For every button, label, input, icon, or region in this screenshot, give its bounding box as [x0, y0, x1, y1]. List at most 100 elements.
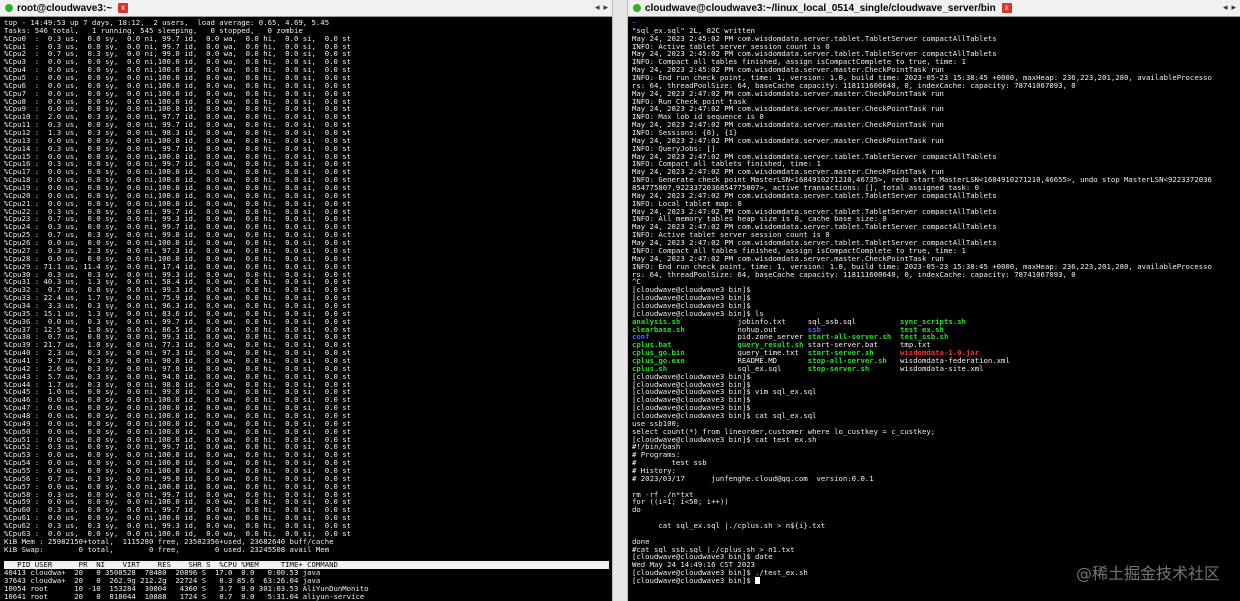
right-terminal-output[interactable]: ~ "sql_ex.sql" 2L, 82C written May 24, 202… [628, 18, 1240, 601]
terminal-line: %Cpu7 : 0.0 us, 0.0 sy, 0.0 ni,100.0 id,… [4, 89, 352, 98]
ls-entry: jobinfo.txt [737, 317, 786, 326]
ls-entry: tmp.txt [900, 341, 931, 350]
terminal-line: %Cpu37 : 12.5 us, 1.0 sy, 0.0 ni, 86.5 i… [4, 325, 352, 334]
right-tab-bar: cloudwave@cloudwave3:~/linux_local_0514_… [628, 0, 1240, 17]
terminal-line: %Cpu49 : 0.0 us, 0.0 sy, 0.0 ni,100.0 id… [4, 419, 352, 428]
terminal-line: [cloudwave@cloudwave3 bin]$ [632, 286, 751, 295]
terminal-line: May 24, 2023 2:45:02 PM com.wisdomdata.s… [632, 34, 997, 43]
terminal-line: rs: 64, threadPoolSize: 64, baseCache ca… [632, 81, 1076, 90]
terminal-line: %Cpu54 : 0.0 us, 0.0 sy, 0.0 ni,100.0 id… [4, 459, 352, 467]
terminal-line: %Cpu59 : 0.0 us, 0.0 sy, 0.0 ni,100.0 id… [4, 498, 352, 507]
terminal-line: # Programs: [632, 451, 681, 460]
terminal-line: May 24, 2023 2:47:02 PM com.wisdomdata.s… [632, 152, 997, 161]
terminal-line: May 24, 2023 2:47:02 PM com.wisdomdata.s… [632, 254, 944, 263]
terminal-line: [cloudwave@cloudwave3 bin]$ cat sql_ex.s… [632, 411, 817, 420]
terminal-line: 37643 cloudwa+ 20 0 262.9g 212.2g 22724 … [4, 577, 321, 585]
ls-entry: README.MD [737, 356, 777, 365]
terminal-line: %Cpu46 : 0.0 us, 0.0 sy, 0.0 ni,100.0 id… [4, 396, 352, 405]
terminal-line: %Cpu5 : 0.0 us, 0.0 sy, 0.0 ni,100.0 id,… [4, 74, 352, 82]
right-tab-title[interactable]: cloudwave@cloudwave3:~/linux_local_0514_… [645, 3, 996, 14]
terminal-line: %Cpu1 : 0.3 us, 0.0 sy, 0.0 ni, 99.7 id,… [4, 42, 352, 51]
ls-entry: sync_scripts.sh [900, 317, 966, 326]
terminal-line: do [632, 506, 641, 515]
terminal-line: %Cpu32 : 0.7 us, 0.0 sy, 0.0 ni, 99.3 id… [4, 286, 352, 295]
terminal-line: INFO: Sessions: {0}, {1} [632, 129, 738, 137]
terminal-line: INFO: Compact all tables finished, assig… [632, 246, 966, 255]
left-tab-title[interactable]: root@cloudwave3:~ [17, 3, 112, 14]
left-terminal-pane[interactable]: root@cloudwave3:~ x ◂ ▸ top - 14:49:53 u… [0, 0, 612, 601]
terminal-line: # test ssb [632, 459, 707, 467]
terminal-line: [cloudwave@cloudwave3 bin]$ ls [632, 309, 764, 318]
terminal-line: %Cpu40 : 2.3 us, 0.3 sy, 0.0 ni, 97.3 id… [4, 349, 352, 357]
terminal-line: rm -rf ./n*txt [632, 490, 694, 499]
terminal-line: %Cpu60 : 0.3 us, 0.0 sy, 0.0 ni, 99.7 id… [4, 506, 352, 515]
terminal-line: INFO: Active tablet server session count… [632, 231, 830, 240]
terminal-line: # 2023/03/17 junfenghe.cloud@qq.com vers… [632, 474, 874, 483]
terminal-line: use ssb100; [632, 419, 681, 428]
ls-entry: test_ex.sh [900, 325, 944, 334]
ls-entry: cplus_go.exe [632, 356, 685, 365]
terminal-line: INFO: All memory tables heap size is 0, … [632, 215, 887, 224]
right-tab-prev-icon[interactable]: ◂ [1223, 2, 1228, 13]
terminal-line: %Cpu29 : 71.1 us, 11.4 sy, 0.0 ni, 17.4 … [4, 262, 352, 271]
terminal-line: %Cpu56 : 0.7 us, 0.3 sy, 0.0 ni, 99.0 id… [4, 474, 352, 483]
terminal-line: 40413 cloudwa+ 20 0 3508528 78480 20896 … [4, 569, 321, 578]
terminal-line: # History: [632, 466, 676, 475]
terminal-line: %Cpu57 : 0.0 us, 0.0 sy, 0.0 ni,100.0 id… [4, 482, 352, 491]
terminal-line: %Cpu38 : 0.7 us, 0.0 sy, 0.0 ni, 99.3 id… [4, 333, 352, 342]
terminal-line: KiB Mem : 25982150+total, 1115280 free, … [4, 537, 334, 546]
ls-entry: stop-server.sh [807, 364, 870, 373]
right-tab-next-icon[interactable]: ▸ [1231, 2, 1236, 13]
terminal-line: %Cpu33 : 22.4 us, 1.7 sy, 0.0 ni, 75.9 i… [4, 294, 352, 302]
terminal-line: [cloudwave@cloudwave3 bin]$ vim sql_ex.s… [632, 388, 817, 397]
terminal-line: %Cpu22 : 0.3 us, 0.0 sy, 0.0 ni, 99.7 id… [4, 207, 352, 216]
terminal-line: [cloudwave@cloudwave3 bin]$ cat test_ex.… [632, 435, 817, 444]
terminal-line: [cloudwave@cloudwave3 bin]$ [632, 301, 751, 310]
ls-row: cplus_go.bin query_time.txt start-server… [632, 349, 1237, 357]
terminal-line: INFO: End run check point, time: 1, vers… [632, 74, 1212, 82]
ls-entry: nohup.out [737, 325, 777, 334]
terminal-line: %Cpu9 : 0.0 us, 0.0 sy, 0.0 ni,100.0 id,… [4, 105, 352, 114]
ls-entry: start-server.bat [807, 341, 879, 350]
left-tab-next-icon[interactable]: ▸ [603, 2, 608, 13]
terminal-line: May 24, 2023 2:47:02 PM com.wisdomdata.s… [632, 105, 944, 114]
left-terminal-output[interactable]: top - 14:49:53 up 7 days, 18:12, 2 users… [0, 18, 612, 601]
terminal-line: %Cpu30 : 0.3 us, 0.3 sy, 0.0 ni, 99.3 id… [4, 270, 352, 279]
terminal-line: %Cpu23 : 0.7 us, 0.0 sy, 0.0 ni, 99.3 id… [4, 215, 352, 224]
ls-entry: start-all-server.sh [807, 333, 892, 342]
terminal-line: May 24, 2023 2:47:02 PM com.wisdomdata.s… [632, 239, 997, 247]
ls-entry: cplus_go.bin [632, 349, 685, 357]
left-tab-prev-icon[interactable]: ◂ [595, 2, 600, 13]
left-tab-close-button[interactable]: x [118, 3, 129, 13]
terminal-line: %Cpu39 : 21.7 us, 1.0 sy, 0.0 ni, 77.3 i… [4, 341, 352, 350]
terminal-line: done [632, 537, 650, 546]
terminal-line: %Cpu24 : 0.3 us, 0.0 sy, 0.0 ni, 99.7 id… [4, 223, 352, 232]
ls-entry: query_time.txt [737, 349, 799, 357]
terminal-line: %Cpu35 : 15.1 us, 1.3 sy, 0.0 ni, 83.6 i… [4, 309, 352, 318]
ls-row: analysis.sh jobinfo.txt sql_ssb.sql sync… [632, 318, 1237, 326]
terminal-line: %Cpu41 : 9.7 us, 0.3 sy, 0.0 ni, 90.0 id… [4, 356, 352, 365]
terminal-line: %Cpu45 : 1.0 us, 0.0 sy, 0.0 ni, 99.0 id… [4, 388, 352, 397]
terminal-line: %Cpu16 : 0.3 us, 0.0 sy, 0.0 ni, 99.7 id… [4, 160, 352, 169]
ls-entry: clearbase.sh [632, 325, 685, 334]
terminal-line: %Cpu6 : 0.0 us, 0.0 sy, 0.0 ni,100.0 id,… [4, 81, 352, 90]
pane-divider[interactable] [612, 0, 628, 601]
terminal-line: INFO: Max lob id sequence is 0 [632, 113, 764, 122]
terminal-line: May 24, 2023 2:47:02 PM com.wisdomdata.s… [632, 191, 997, 200]
watermark: @稀土掘金技术社区 [1075, 564, 1220, 583]
terminal-line: INFO: Generate check point MasterLSN<168… [632, 176, 1212, 185]
right-terminal-pane[interactable]: cloudwave@cloudwave3:~/linux_local_0514_… [628, 0, 1240, 601]
terminal-line: ^C [632, 278, 641, 287]
ls-row: cplus.sh sql_ex.sql stop-server.sh wisdo… [632, 365, 1237, 373]
right-tab-close-button[interactable]: x [1001, 3, 1012, 13]
left-tab-nav: ◂ ▸ [595, 2, 608, 13]
terminal-line: May 24, 2023 2:47:02 PM com.wisdomdata.s… [632, 136, 944, 145]
terminal-line: INFO: Active tablet server session count… [632, 42, 830, 51]
terminal-line: INFO: Compact all tables finished, assig… [632, 58, 966, 67]
terminal-line: %Cpu63 : 0.0 us, 0.0 sy, 0.0 ni,100.0 id… [4, 529, 352, 538]
ls-entry: wisdomdata-federation.xml [900, 356, 1010, 365]
terminal-line: %Cpu2 : 0.7 us, 0.3 sy, 0.0 ni, 99.0 id,… [4, 50, 352, 59]
